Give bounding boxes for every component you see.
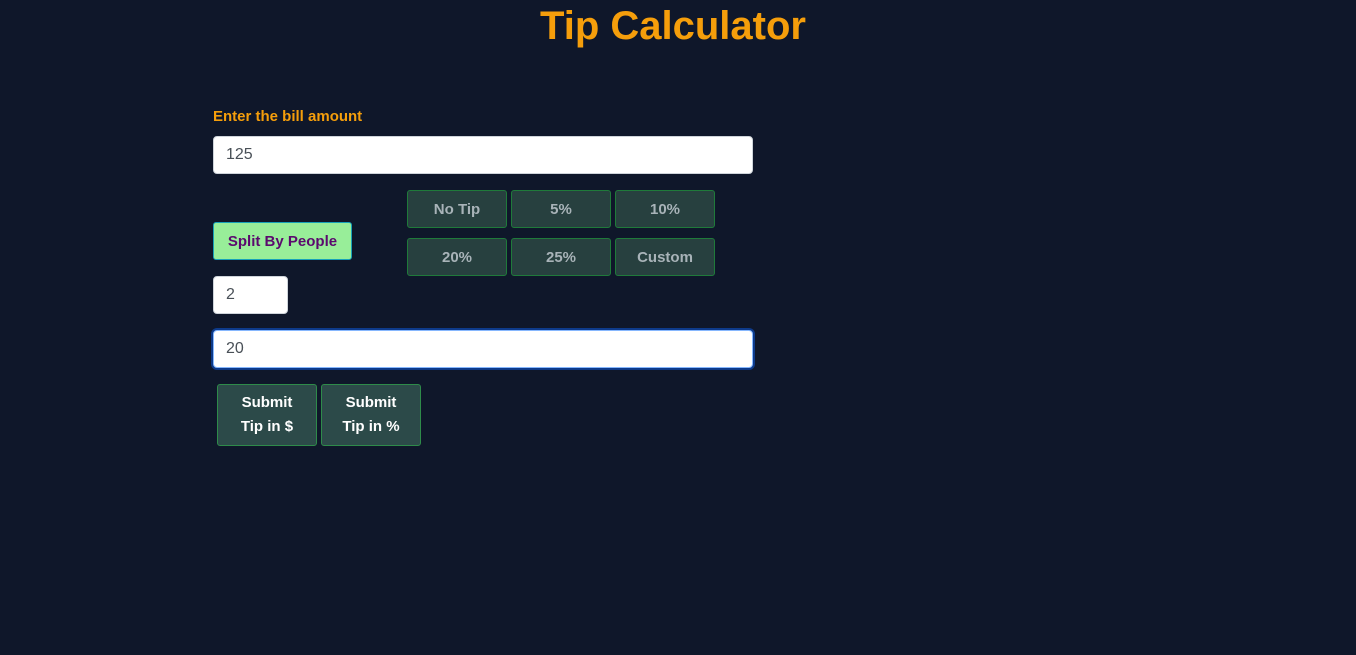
- bill-amount-label: Enter the bill amount: [213, 108, 363, 125]
- submit-tip-percent-line1: Submit: [345, 394, 397, 411]
- submit-tip-percent-button[interactable]: Submit Tip in %: [321, 384, 421, 446]
- tip-options-grid: No Tip 5% 10% 20% 25% Custom: [407, 190, 715, 276]
- tip-option-no-tip-button[interactable]: No Tip: [407, 190, 507, 228]
- submit-tip-dollar-line1: Submit: [241, 394, 293, 411]
- tip-option-20-percent-button[interactable]: 20%: [407, 238, 507, 276]
- tip-option-10-percent-button[interactable]: 10%: [615, 190, 715, 228]
- bill-amount-input[interactable]: [213, 136, 753, 174]
- tip-option-custom-button[interactable]: Custom: [615, 238, 715, 276]
- split-by-people-button[interactable]: Split By People: [213, 222, 352, 260]
- tip-calculator-page: Tip Calculator Enter the bill amount Spl…: [0, 0, 1356, 655]
- submit-tip-percent-line2: Tip in %: [342, 418, 400, 435]
- page-title: Tip Calculator: [540, 4, 806, 48]
- custom-tip-input[interactable]: [213, 330, 753, 368]
- tip-option-5-percent-button[interactable]: 5%: [511, 190, 611, 228]
- people-count-input[interactable]: [213, 276, 288, 314]
- submit-tip-dollar-line2: Tip in $: [240, 418, 294, 435]
- tip-option-25-percent-button[interactable]: 25%: [511, 238, 611, 276]
- submit-buttons: Submit Tip in $ Submit Tip in %: [217, 384, 421, 446]
- submit-tip-dollar-button[interactable]: Submit Tip in $: [217, 384, 317, 446]
